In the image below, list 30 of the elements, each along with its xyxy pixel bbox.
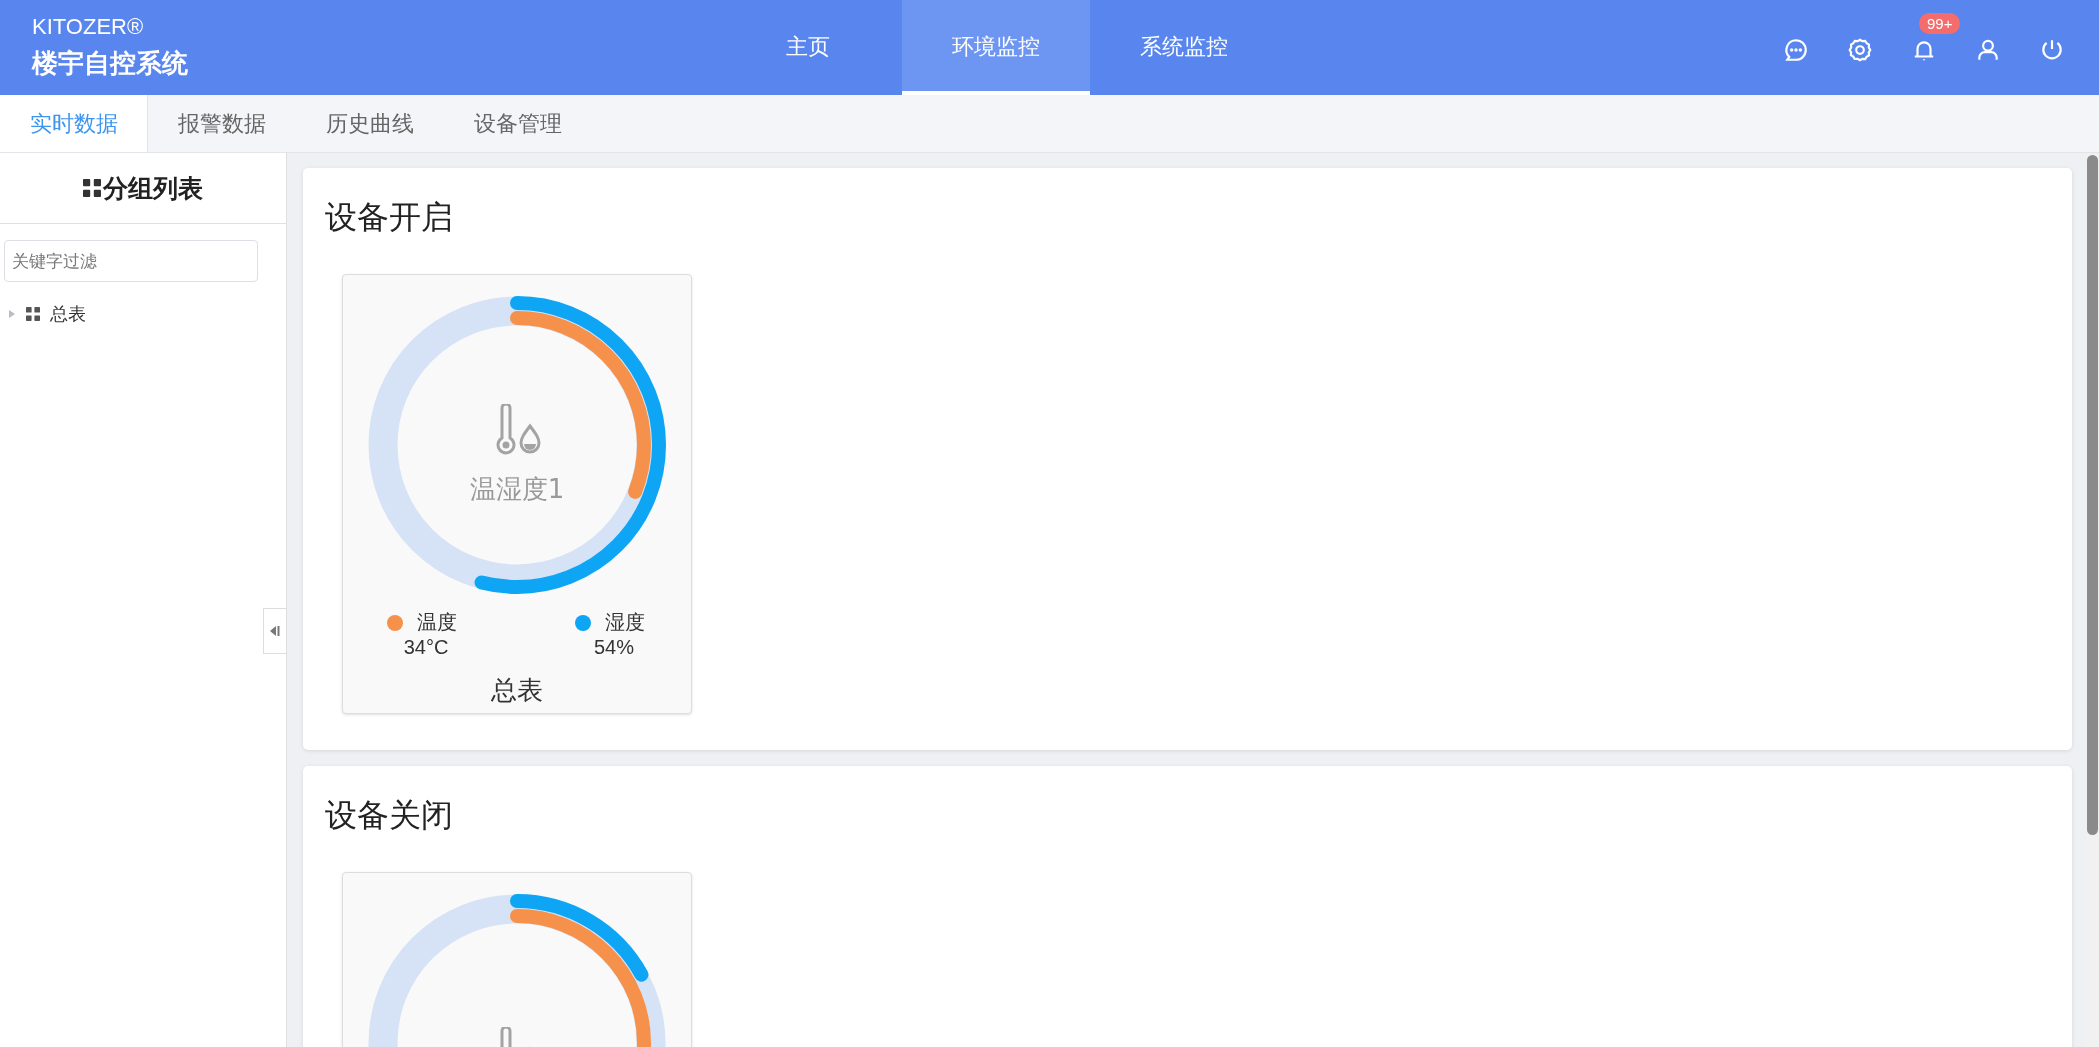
- sub-tab[interactable]: 历史曲线: [296, 95, 444, 152]
- sidebar-title: 分组列表: [103, 172, 203, 205]
- collapse-arrow-icon: [270, 625, 280, 637]
- device-card[interactable]: 温湿度1 温度 34°C 湿度 54% 总表: [342, 274, 692, 714]
- metric-value: 34°C: [403, 636, 449, 659]
- notification-badge: 99+: [1919, 12, 1961, 34]
- collapse-button[interactable]: [263, 608, 287, 654]
- brand-name: KITOZER®: [32, 14, 145, 40]
- tree-item[interactable]: 总表: [50, 302, 86, 326]
- metric-value: 54%: [594, 636, 634, 659]
- metric-label: 温度: [417, 609, 457, 636]
- sub-tab[interactable]: 实时数据: [0, 95, 148, 152]
- filter-field[interactable]: 关键字过滤: [4, 240, 258, 282]
- expand-caret-icon[interactable]: [8, 309, 16, 319]
- grid-icon: [83, 179, 101, 197]
- legend-dot: [575, 614, 591, 631]
- nav-tab[interactable]: 环境监控: [902, 0, 1090, 95]
- section-title: 设备开启: [325, 197, 454, 238]
- section-title: 设备关闭: [325, 795, 454, 836]
- device-group: 总表: [491, 673, 543, 708]
- device-name: 温湿度1: [469, 472, 565, 506]
- grid-icon: [26, 307, 40, 321]
- scrollbar-thumb[interactable]: [2087, 155, 2098, 835]
- system-name: 楼宇自控系统: [32, 47, 189, 80]
- legend-dot: [387, 614, 403, 631]
- sub-tab[interactable]: 设备管理: [444, 95, 592, 152]
- sub-tab[interactable]: 报警数据: [148, 95, 296, 152]
- metric-label: 湿度: [605, 609, 645, 636]
- nav-tab[interactable]: 系统监控: [1090, 0, 1278, 95]
- nav-tab[interactable]: 主页: [714, 0, 902, 95]
